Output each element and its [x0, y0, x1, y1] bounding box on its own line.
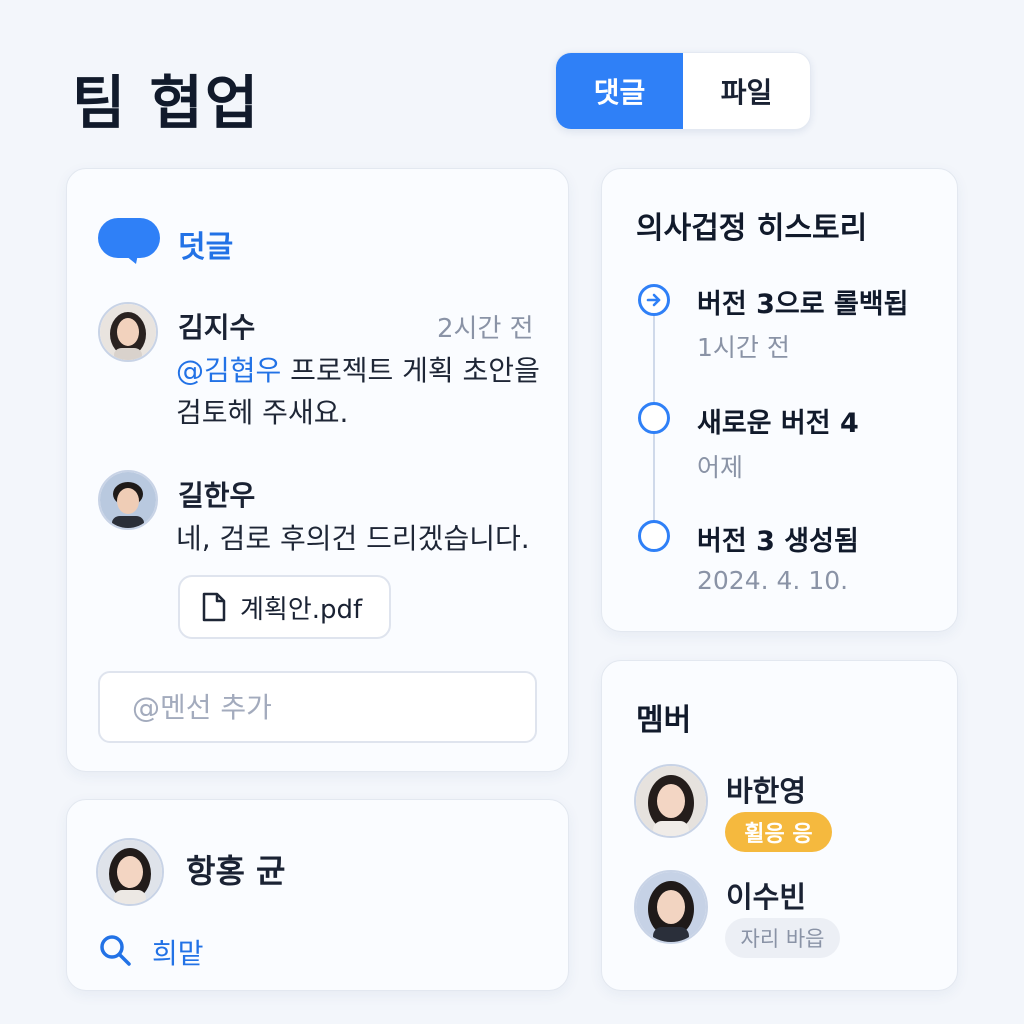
attachment-chip[interactable]: 계획안.pdf [178, 575, 391, 639]
search-link[interactable]: 희맡 [152, 932, 204, 972]
avatar [98, 302, 158, 362]
user-name: 항홍 균 [186, 852, 286, 890]
view-tabs: 댓글 파일 [555, 52, 811, 130]
status-badge: 휠응 응 [725, 812, 832, 852]
tab-files[interactable]: 파일 [683, 53, 810, 129]
members-title: 멤버 [636, 703, 692, 738]
search-icon[interactable] [98, 933, 132, 967]
status-badge: 자리 바읍 [725, 918, 840, 958]
file-icon [202, 592, 226, 622]
avatar [634, 764, 708, 838]
comment-text: 프로젝트 게획 초안을 [281, 354, 540, 387]
comment-body: 네, 검로 후의건 드리겠습니다. [176, 522, 530, 555]
attachment-name: 계획안.pdf [240, 594, 363, 625]
history-item-time: 어제 [697, 453, 744, 482]
history-item-title: 버전 3 생성됨 [697, 526, 859, 557]
comment-time: 2시간 전 [437, 314, 534, 344]
avatar [96, 838, 164, 906]
history-title: 의사겁정 히스토리 [636, 211, 868, 246]
member-name: 바한영 [726, 774, 807, 808]
comment-body: @김협우 프로젝트 게획 초안을 검토헤 주새요. [176, 350, 556, 434]
history-item-title: 새로운 버전 4 [697, 408, 859, 439]
mention-link[interactable]: @김협우 [176, 354, 281, 387]
member-name: 이수빈 [726, 880, 807, 914]
history-item-time: 2024. 4. 10. [697, 566, 849, 595]
tab-comments[interactable]: 댓글 [556, 53, 683, 129]
history-item-title: 버전 3으로 롤백됩 [697, 289, 909, 320]
avatar [634, 870, 708, 944]
circle-icon [638, 520, 670, 552]
comment-author: 길한우 [178, 479, 256, 512]
mention-input[interactable] [98, 671, 537, 743]
comment-text: 검토헤 주새요. [176, 396, 349, 429]
comment-author: 김지수 [178, 311, 256, 344]
circle-icon [638, 402, 670, 434]
avatar [98, 470, 158, 530]
chat-bubble-icon [98, 218, 160, 264]
page-title: 팀 협업 [72, 69, 261, 137]
arrow-right-icon [638, 284, 670, 316]
comments-section-label: 덧글 [178, 230, 234, 265]
history-item-time: 1시간 전 [697, 333, 790, 362]
